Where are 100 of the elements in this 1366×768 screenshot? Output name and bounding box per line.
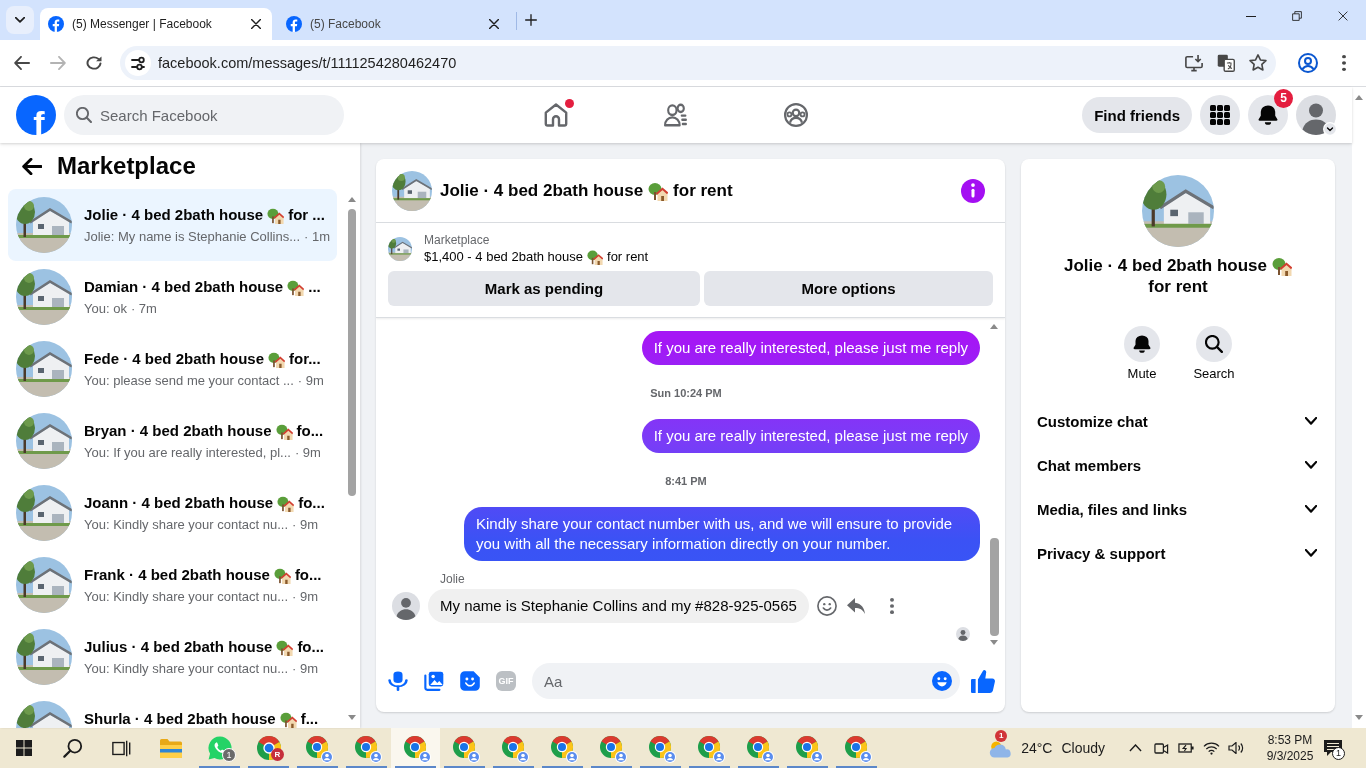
search-field[interactable]: Search Facebook [64,95,344,135]
chevron-up-icon[interactable] [1129,744,1142,752]
close-icon[interactable] [1338,11,1348,21]
message-preview: You: Kindly share your contact nu... [84,516,289,533]
thumbs-up-icon[interactable] [971,669,995,693]
profile-icon[interactable] [1298,53,1318,73]
collapsible-section[interactable]: Chat members [1029,443,1327,487]
chat-title: Jolie · 4 bed 2bath house [440,180,644,201]
back-arrow-icon[interactable] [22,157,42,175]
wifi-icon[interactable] [1203,741,1220,755]
conversation-title: Bryan · 4 bed 2bath house [84,422,272,440]
site-settings-icon[interactable] [125,50,151,76]
weather-cloud-icon[interactable] [987,738,1014,758]
more-icon[interactable] [889,598,894,614]
address-bar[interactable]: facebook.com/messages/t/1111254280462470 [120,46,1276,80]
conversation-title-end: for rent [1148,276,1208,297]
scroll-up-arrow-icon[interactable] [990,324,998,329]
weather-badge: 1 [995,729,1008,742]
conversation-item[interactable]: Fede · 4 bed 2bath house for... You: please send me your contact ... · 9m [8,333,337,405]
collapsible-section[interactable]: Media, files and links [1029,487,1327,531]
install-icon[interactable] [1185,54,1203,72]
sent-message: If you are really interested, please just me reply [641,419,980,453]
photo-gallery-icon[interactable] [424,671,444,691]
house-photo [16,197,72,253]
scroll-down-arrow-icon[interactable] [1355,715,1363,720]
back-arrow-icon[interactable] [14,56,30,70]
collapsible-section[interactable]: Customize chat [1029,399,1327,443]
camera-icon[interactable] [1154,742,1169,754]
scroll-up-arrow-icon[interactable] [1355,95,1363,100]
star-icon[interactable] [1249,54,1267,72]
volume-icon[interactable] [1228,742,1244,754]
find-friends-button[interactable]: Find friends [1082,97,1192,133]
microphone-icon[interactable] [388,671,408,691]
message-time: · 1m [304,228,331,245]
info-icon[interactable] [961,178,985,203]
listing-title: $1,400 - 4 bed 2bath house [424,248,584,266]
taskbar-button[interactable] [391,728,440,768]
conversation-item[interactable]: Julius · 4 bed 2bath house fo... You: Kindly share your contact nu... · 9m [8,621,337,693]
action-button[interactable]: Mark as pending [388,271,700,306]
menu-icon[interactable] [1342,55,1346,71]
search-icon [1205,335,1223,353]
conversation-title-end: fo... [298,494,325,512]
message-time: · 9m [294,444,321,461]
scroll-up-arrow-icon[interactable] [347,197,356,202]
conversation-item[interactable]: Jolie · 4 bed 2bath house for ... Jolie: My name is Stephanie Collins... · 1m [8,189,337,261]
translate-icon[interactable] [1217,54,1235,72]
notifications-button[interactable] [1248,95,1288,135]
search-button[interactable] [1196,326,1232,362]
sticker-icon[interactable] [460,671,480,691]
emoji-icon[interactable] [932,671,952,691]
task-view-icon[interactable] [112,739,131,757]
timestamp: 8:41 PM [665,474,707,488]
conversation-item[interactable]: Joann · 4 bed 2bath house fo... You: Kindly share your contact nu... · 9m [8,477,337,549]
tab-search-button[interactable] [6,6,34,34]
browser-tab[interactable]: (5) Facebook [278,8,510,40]
conversation-title: Julius · 4 bed 2bath house [84,638,273,656]
message-preview: You: please send me your contact ... [84,372,294,389]
sender-name: Jolie [440,572,466,586]
account-button[interactable] [1296,95,1336,135]
scroll-down-arrow-icon[interactable] [347,715,356,720]
clock-time: 8:53 PM [1267,732,1313,748]
profile-badge: R [271,748,284,761]
facebook-logo[interactable]: f [16,95,56,135]
action-button[interactable]: More options [704,271,993,306]
scrollbar-thumb[interactable] [989,538,999,636]
close-icon[interactable] [251,19,261,29]
reply-arrow-icon[interactable] [846,598,865,614]
windows-start-icon[interactable] [16,740,32,756]
taskbar-button[interactable]: R [244,728,293,768]
conversation-title: Damian · 4 bed 2bath house [84,278,284,296]
menu-button[interactable] [1200,95,1240,135]
minimize-icon[interactable] [1246,15,1256,17]
house-photo [16,557,72,613]
message-input[interactable]: Aa [532,663,960,699]
conversation-item[interactable]: Frank · 4 bed 2bath house fo... You: Kindly share your contact nu... · 9m [8,549,337,621]
scrollbar-thumb[interactable] [347,209,356,496]
conversation-title-end: fo... [296,422,324,440]
message-preview: Jolie: My name is Stephanie Collins... [84,228,301,245]
taskbar-button[interactable]: 1 [195,728,244,768]
house-photo [16,413,72,469]
browser-tab[interactable]: (5) Messenger | Facebook [40,8,272,40]
reload-icon[interactable] [86,56,102,70]
sent-message: Kindly share your contact number with us, and we will ensure to provide you with all the necessary information directly on your number. [464,507,980,561]
conversation-item[interactable]: Damian · 4 bed 2bath house ... You: ok · 7m [8,261,337,333]
person-avatar-icon [1296,95,1336,135]
mute-button[interactable] [1124,326,1160,362]
scroll-down-arrow-icon[interactable] [990,640,998,645]
smiley-icon[interactable] [816,596,837,616]
search-icon[interactable] [62,738,83,758]
notification-badge: 1 [1332,747,1345,760]
conversation-item[interactable]: Bryan · 4 bed 2bath house fo... You: If you are really interested, pl... · 9m [8,405,337,477]
search-icon [76,107,92,123]
close-icon[interactable] [489,19,499,29]
browser-icon [501,736,529,763]
plus-icon[interactable] [525,14,537,26]
battery-icon[interactable] [1178,743,1195,753]
folder-icon [158,738,183,758]
message-time: · 7m [130,300,157,317]
collapsible-section[interactable]: Privacy & support [1029,531,1327,575]
restore-icon[interactable] [1292,11,1302,21]
